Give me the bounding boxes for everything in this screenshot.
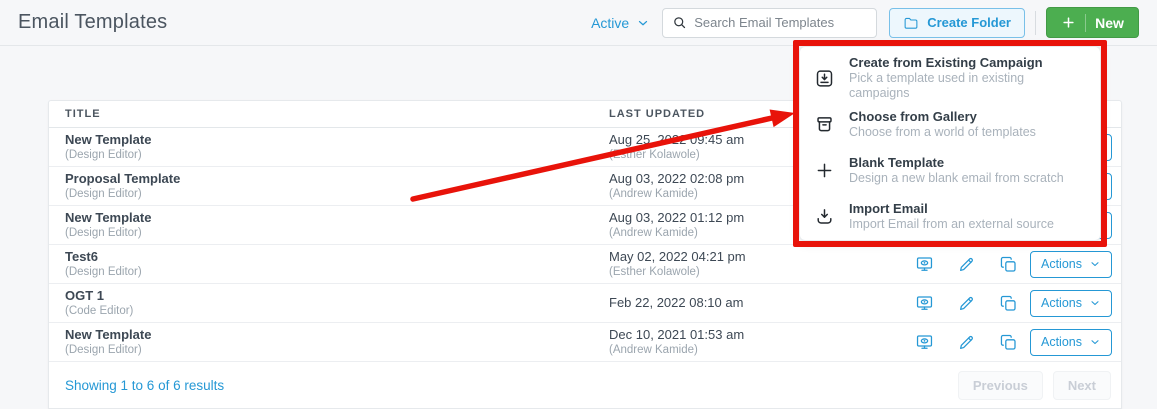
menu-item-blank-template[interactable]: Blank Template Design a new blank email … — [800, 147, 1100, 193]
menu-item-import-email[interactable]: Import Email Import Email from an extern… — [800, 193, 1100, 239]
menu-item-description: Pick a template used in existing campaig… — [849, 71, 1025, 100]
duplicate-icon[interactable] — [996, 252, 1020, 276]
chevron-down-icon — [1089, 336, 1101, 348]
new-button-divider — [1085, 13, 1087, 32]
template-editor-type: (Design Editor) — [65, 188, 142, 200]
status-filter-dropdown[interactable]: Active — [591, 15, 650, 31]
chevron-down-icon — [1089, 297, 1101, 309]
template-title: Proposal Template — [65, 171, 181, 186]
folder-icon — [903, 15, 919, 31]
menu-item-title: Choose from Gallery — [849, 108, 977, 124]
preview-icon[interactable] — [912, 330, 936, 354]
template-title: New Template — [65, 327, 152, 342]
edit-icon[interactable] — [954, 330, 978, 354]
last-updated-by: (Esther Kolawole) — [609, 266, 700, 278]
create-folder-button[interactable]: Create Folder — [889, 7, 1025, 38]
page-title: Email Templates — [18, 11, 168, 33]
actions-button[interactable]: Actions — [1030, 328, 1112, 356]
duplicate-icon[interactable] — [996, 330, 1020, 354]
edit-icon[interactable] — [954, 252, 978, 276]
menu-item-description: Design a new blank email from scratch — [849, 170, 1064, 185]
topbar: Email Templates Active Create Folder New — [0, 0, 1157, 46]
actions-button[interactable]: Actions — [1030, 289, 1112, 317]
last-updated-date: Feb 22, 2022 08:10 am — [609, 295, 744, 310]
preview-icon[interactable] — [912, 252, 936, 276]
last-updated-by: (Andrew Kamide) — [609, 344, 698, 356]
download-icon — [814, 206, 835, 227]
menu-item-description: Choose from a world of templates — [849, 124, 1036, 139]
topbar-actions: Active Create Folder New — [591, 7, 1139, 38]
pagination: Previous Next — [957, 371, 1111, 400]
template-editor-type: (Design Editor) — [65, 344, 142, 356]
template-editor-type: (Design Editor) — [65, 227, 142, 239]
archive-box-icon — [814, 114, 835, 135]
chevron-down-icon — [636, 16, 650, 30]
actions-button[interactable]: Actions — [1030, 250, 1112, 278]
create-folder-label: Create Folder — [927, 15, 1011, 30]
menu-item-create-from-existing-campaign[interactable]: Create from Existing Campaign Pick a tem… — [800, 55, 1100, 101]
save-tray-icon — [814, 68, 835, 89]
new-button[interactable]: New — [1046, 7, 1139, 38]
search-icon — [672, 15, 687, 30]
menu-item-title: Create from Existing Campaign — [849, 55, 1043, 70]
menu-item-choose-from-gallery[interactable]: Choose from Gallery Choose from a world … — [800, 101, 1100, 147]
previous-button[interactable]: Previous — [957, 371, 1043, 400]
edit-icon[interactable] — [954, 291, 978, 315]
menu-item-title: Blank Template — [849, 154, 945, 170]
search-box[interactable] — [662, 7, 878, 38]
preview-icon[interactable] — [912, 291, 936, 315]
table-footer: Showing 1 to 6 of 6 results Previous Nex… — [49, 362, 1121, 409]
table-row[interactable]: New Template (Design Editor) Dec 10, 202… — [49, 323, 1121, 362]
chevron-down-icon — [1089, 258, 1101, 270]
plus-icon — [814, 160, 835, 181]
table-row[interactable]: Test6 (Design Editor) May 02, 2022 04:21… — [49, 245, 1121, 284]
results-summary: Showing 1 to 6 of 6 results — [65, 378, 225, 393]
plus-icon — [1061, 15, 1076, 30]
next-button[interactable]: Next — [1052, 371, 1111, 400]
template-title: OGT 1 — [65, 288, 105, 303]
status-filter-label: Active — [591, 14, 630, 31]
template-title: New Template — [65, 132, 152, 147]
column-header-title: TITLE — [65, 108, 101, 120]
duplicate-icon[interactable] — [996, 291, 1020, 315]
new-template-dropdown-menu: Create from Existing Campaign Pick a tem… — [799, 46, 1101, 241]
column-header-last-updated: LAST UPDATED — [609, 108, 706, 120]
menu-item-title: Import Email — [849, 200, 928, 216]
template-title: Test6 — [65, 249, 98, 264]
template-editor-type: (Design Editor) — [65, 266, 142, 278]
new-button-label: New — [1095, 14, 1124, 31]
toolbar-divider — [1035, 10, 1036, 35]
last-updated-date: May 02, 2022 04:21 pm — [609, 249, 746, 264]
menu-item-description: Import Email from an external source — [849, 216, 1054, 231]
template-title: New Template — [65, 210, 152, 225]
template-editor-type: (Design Editor) — [65, 149, 142, 161]
last-updated-date: Dec 10, 2021 01:53 am — [609, 327, 745, 342]
table-row[interactable]: OGT 1 (Code Editor) Feb 22, 2022 08:10 a… — [49, 284, 1121, 323]
template-editor-type: (Code Editor) — [65, 305, 134, 317]
search-input[interactable] — [694, 15, 868, 30]
